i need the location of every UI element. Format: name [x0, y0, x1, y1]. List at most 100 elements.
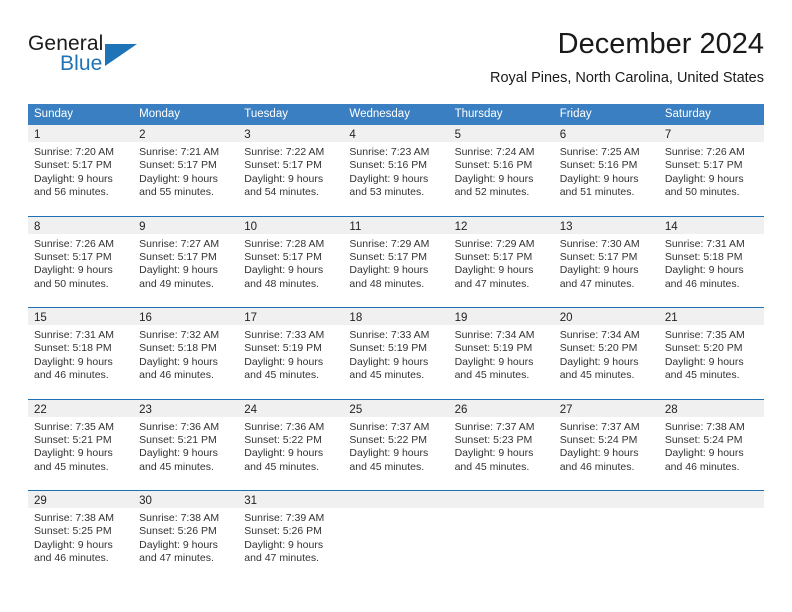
day-info: Sunrise: 7:38 AM Sunset: 5:26 PM Dayligh… [133, 508, 238, 566]
day-info: Sunrise: 7:33 AM Sunset: 5:19 PM Dayligh… [238, 325, 343, 383]
day-number-band: 9 [133, 216, 239, 234]
weekday-header-row: Sunday Monday Tuesday Wednesday Thursday… [28, 104, 764, 125]
daylight-text-line1: Daylight: 9 hours [244, 538, 324, 551]
day-number: 7 [664, 129, 672, 141]
sunrise-text: Sunrise: 7:33 AM [244, 329, 325, 341]
day-info: Sunrise: 7:26 AM Sunset: 5:17 PM Dayligh… [659, 142, 764, 200]
day-number-band [343, 491, 449, 508]
sunset-text: Sunset: 5:17 PM [139, 250, 217, 263]
sunset-text: Sunset: 5:19 PM [454, 342, 533, 355]
day-cell[interactable]: 15 Sunrise: 7:31 AM Sunset: 5:18 PM Dayl… [28, 308, 134, 399]
day-cell[interactable]: 1 Sunrise: 7:20 AM Sunset: 5:17 PM Dayli… [28, 125, 134, 216]
sunrise-text: Sunrise: 7:35 AM [34, 420, 114, 433]
day-cell-empty [658, 491, 764, 582]
day-cell[interactable]: 23 Sunrise: 7:36 AM Sunset: 5:21 PM Dayl… [133, 399, 239, 491]
day-cell[interactable]: 31 Sunrise: 7:39 AM Sunset: 5:26 PM Dayl… [238, 491, 344, 582]
day-cell[interactable]: 22 Sunrise: 7:35 AM Sunset: 5:21 PM Dayl… [28, 399, 134, 491]
generalblue-logo[interactable]: General Blue [28, 32, 228, 90]
day-number-band: 4 [343, 125, 449, 142]
day-cell[interactable]: 2 Sunrise: 7:21 AM Sunset: 5:17 PM Dayli… [133, 125, 239, 216]
sunset-text: Sunset: 5:19 PM [349, 342, 428, 355]
day-number: 30 [139, 495, 152, 507]
day-cell[interactable]: 5 Sunrise: 7:24 AM Sunset: 5:16 PM Dayli… [448, 125, 554, 216]
day-info: Sunrise: 7:22 AM Sunset: 5:17 PM Dayligh… [238, 142, 343, 200]
day-info: Sunrise: 7:23 AM Sunset: 5:16 PM Dayligh… [343, 142, 448, 200]
day-cell[interactable]: 21 Sunrise: 7:35 AM Sunset: 5:20 PM Dayl… [658, 308, 764, 399]
day-number: 1 [34, 129, 41, 141]
day-number-band: 13 [553, 216, 659, 234]
day-number: 20 [559, 312, 573, 324]
week-row: 8 Sunrise: 7:26 AM Sunset: 5:17 PM Dayli… [28, 215, 764, 308]
day-number: 16 [139, 312, 152, 324]
daylight-text-line1: Daylight: 9 hours [34, 355, 113, 368]
day-cell[interactable]: 4 Sunrise: 7:23 AM Sunset: 5:16 PM Dayli… [343, 125, 449, 216]
sunset-text: Sunset: 5:20 PM [559, 342, 638, 355]
day-cell[interactable]: 13 Sunrise: 7:30 AM Sunset: 5:17 PM Dayl… [553, 216, 659, 308]
day-number: 29 [34, 495, 47, 507]
daylight-text-line1: Daylight: 9 hours [244, 447, 324, 460]
sunrise-text: Sunrise: 7:36 AM [139, 420, 220, 433]
page-header: General Blue December 2024 Royal Pines, … [28, 26, 764, 98]
day-cell[interactable]: 11 Sunrise: 7:29 AM Sunset: 5:17 PM Dayl… [343, 216, 449, 308]
day-cell[interactable]: 26 Sunrise: 7:37 AM Sunset: 5:23 PM Dayl… [448, 399, 554, 491]
daylight-text-line1: Daylight: 9 hours [454, 264, 534, 277]
sunset-text: Sunset: 5:22 PM [244, 433, 322, 446]
day-number-band: 15 [28, 308, 134, 325]
day-cell[interactable]: 8 Sunrise: 7:26 AM Sunset: 5:17 PM Dayli… [28, 216, 134, 308]
day-number-band: 17 [238, 308, 344, 325]
day-cell[interactable]: 3 Sunrise: 7:22 AM Sunset: 5:17 PM Dayli… [238, 125, 344, 216]
day-number-band: 5 [448, 125, 554, 142]
day-cell[interactable]: 10 Sunrise: 7:28 AM Sunset: 5:17 PM Dayl… [238, 216, 344, 308]
daylight-text-line2: and 46 minutes. [664, 277, 740, 290]
day-info: Sunrise: 7:36 AM Sunset: 5:21 PM Dayligh… [133, 417, 238, 475]
day-cell[interactable]: 25 Sunrise: 7:37 AM Sunset: 5:22 PM Dayl… [343, 399, 449, 491]
day-cell[interactable]: 29 Sunrise: 7:38 AM Sunset: 5:25 PM Dayl… [28, 491, 134, 582]
day-cell[interactable]: 30 Sunrise: 7:38 AM Sunset: 5:26 PM Dayl… [133, 491, 239, 582]
day-cell[interactable]: 7 Sunrise: 7:26 AM Sunset: 5:17 PM Dayli… [658, 125, 764, 216]
day-cell[interactable]: 24 Sunrise: 7:36 AM Sunset: 5:22 PM Dayl… [238, 399, 344, 491]
sunset-text: Sunset: 5:19 PM [244, 342, 322, 355]
sunset-text: Sunset: 5:23 PM [454, 433, 533, 446]
day-number-band: 29 [28, 491, 134, 508]
sunrise-text: Sunrise: 7:39 AM [244, 512, 325, 524]
day-cell[interactable]: 18 Sunrise: 7:33 AM Sunset: 5:19 PM Dayl… [343, 308, 449, 399]
sunrise-text: Sunrise: 7:26 AM [664, 146, 745, 158]
day-info: Sunrise: 7:28 AM Sunset: 5:17 PM Dayligh… [238, 234, 343, 292]
daylight-text-line1: Daylight: 9 hours [34, 172, 113, 185]
sunset-text: Sunset: 5:17 PM [559, 250, 638, 263]
daylight-text-line2: and 47 minutes. [559, 277, 635, 290]
sunset-text: Sunset: 5:24 PM [664, 433, 743, 446]
sunset-text: Sunset: 5:17 PM [139, 159, 217, 172]
logo-text-blue: Blue [60, 52, 103, 75]
daylight-text-line2: and 45 minutes. [349, 369, 425, 382]
day-number-band: 12 [448, 216, 554, 234]
daylight-text-line2: and 47 minutes. [244, 552, 319, 565]
day-cell[interactable]: 14 Sunrise: 7:31 AM Sunset: 5:18 PM Dayl… [658, 216, 764, 308]
day-info: Sunrise: 7:34 AM Sunset: 5:20 PM Dayligh… [554, 325, 659, 383]
daylight-text-line2: and 46 minutes. [34, 552, 109, 565]
day-cell[interactable]: 12 Sunrise: 7:29 AM Sunset: 5:17 PM Dayl… [448, 216, 554, 308]
day-cell[interactable]: 16 Sunrise: 7:32 AM Sunset: 5:18 PM Dayl… [133, 308, 239, 399]
day-cell[interactable]: 17 Sunrise: 7:33 AM Sunset: 5:19 PM Dayl… [238, 308, 344, 399]
sunset-text: Sunset: 5:16 PM [559, 159, 638, 172]
day-number-band: 31 [238, 491, 344, 508]
day-info: Sunrise: 7:31 AM Sunset: 5:18 PM Dayligh… [28, 325, 133, 383]
day-number-band: 30 [133, 491, 239, 508]
sunset-text: Sunset: 5:26 PM [244, 525, 322, 538]
day-info: Sunrise: 7:38 AM Sunset: 5:25 PM Dayligh… [28, 508, 133, 566]
day-cell[interactable]: 27 Sunrise: 7:37 AM Sunset: 5:24 PM Dayl… [553, 399, 659, 491]
day-cell[interactable]: 19 Sunrise: 7:34 AM Sunset: 5:19 PM Dayl… [448, 308, 554, 399]
daylight-text-line2: and 50 minutes. [664, 186, 740, 199]
daylight-text-line1: Daylight: 9 hours [349, 172, 429, 185]
weekday-header-sunday: Sunday [34, 108, 74, 120]
day-cell[interactable]: 9 Sunrise: 7:27 AM Sunset: 5:17 PM Dayli… [133, 216, 239, 308]
day-cell[interactable]: 28 Sunrise: 7:38 AM Sunset: 5:24 PM Dayl… [658, 399, 764, 491]
day-number-band: 8 [28, 216, 134, 234]
sunset-text: Sunset: 5:17 PM [34, 159, 112, 172]
sunrise-text: Sunrise: 7:28 AM [244, 237, 325, 250]
day-cell[interactable]: 6 Sunrise: 7:25 AM Sunset: 5:16 PM Dayli… [553, 125, 659, 216]
day-cell[interactable]: 20 Sunrise: 7:34 AM Sunset: 5:20 PM Dayl… [553, 308, 659, 399]
sunrise-text: Sunrise: 7:22 AM [244, 146, 325, 158]
daylight-text-line1: Daylight: 9 hours [664, 264, 744, 277]
day-number: 22 [34, 403, 47, 416]
